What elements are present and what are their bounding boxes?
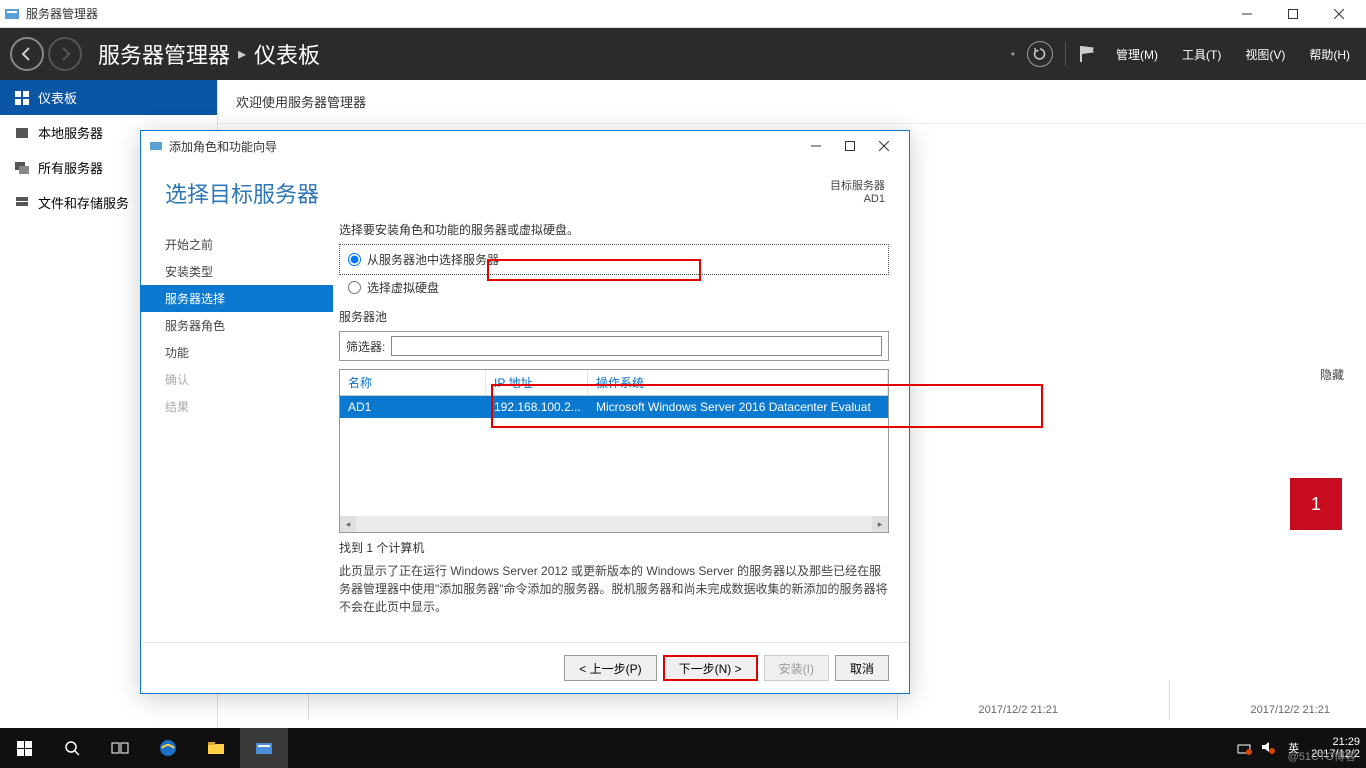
server-table: 名称 IP 地址 操作系统 AD1 192.168.100.2... Micro… (339, 369, 889, 533)
scroll-right-button[interactable]: ▸ (872, 516, 888, 532)
window-maximize-button[interactable] (1270, 0, 1316, 28)
breadcrumb: 服务器管理器 ▸ 仪表板 (98, 38, 320, 70)
found-count: 找到 1 个计算机 (339, 539, 889, 556)
breadcrumb-app[interactable]: 服务器管理器 (98, 38, 230, 70)
tray-time: 21:29 (1311, 736, 1360, 748)
tray-network-icon[interactable] (1236, 739, 1252, 758)
tray-volume-icon[interactable] (1260, 739, 1276, 758)
target-server-value: AD1 (830, 193, 885, 205)
cell-os: Microsoft Windows Server 2016 Datacenter… (588, 396, 888, 418)
server-manager-icon (4, 6, 20, 22)
dialog-maximize-button[interactable] (833, 134, 867, 158)
sidebar-item-label: 文件和存储服务 (38, 193, 129, 212)
menu-manage[interactable]: 管理(M) (1110, 42, 1164, 67)
forward-button[interactable] (48, 37, 82, 71)
step-confirmation: 确认 (141, 366, 333, 393)
sidebar-item-label: 本地服务器 (38, 123, 103, 142)
task-view-button[interactable] (96, 728, 144, 768)
server-icon (14, 125, 30, 141)
timestamp-1: 2017/12/2 21:21 (1250, 704, 1330, 716)
install-button: 安装(I) (764, 655, 829, 681)
cell-name: AD1 (340, 396, 486, 418)
back-button[interactable] (10, 37, 44, 71)
filter-label: 筛选器: (346, 338, 385, 355)
step-results: 结果 (141, 393, 333, 420)
description-text: 此页显示了正在运行 Windows Server 2012 或更新版本的 Win… (339, 562, 889, 616)
refresh-button[interactable] (1027, 41, 1053, 67)
target-server-label: 目标服务器 (830, 177, 885, 193)
dashboard-icon (14, 90, 30, 106)
table-row[interactable]: AD1 192.168.100.2... Microsoft Windows S… (340, 396, 888, 418)
ie-button[interactable] (144, 728, 192, 768)
dialog-heading: 选择目标服务器 (165, 177, 319, 209)
step-before-begin[interactable]: 开始之前 (141, 231, 333, 258)
wizard-steps: 开始之前 安装类型 服务器选择 服务器角色 功能 确认 结果 (141, 221, 333, 642)
sidebar-item-label: 仪表板 (38, 88, 77, 107)
radio-pool-label: 从服务器池中选择服务器 (367, 251, 499, 268)
taskbar: 英 21:29 2017/12/2 @51CTO博客 (0, 728, 1366, 768)
command-bar: 服务器管理器 ▸ 仪表板 • 管理(M) 工具(T) 视图(V) 帮助(H) (0, 28, 1366, 80)
add-roles-wizard-dialog: 添加角色和功能向导 选择目标服务器 目标服务器 AD1 开始之前 安装类型 服务… (140, 130, 910, 694)
start-button[interactable] (0, 728, 48, 768)
col-ip[interactable]: IP 地址 (486, 370, 588, 395)
breadcrumb-separator-icon: ▸ (238, 44, 246, 64)
window-close-button[interactable] (1316, 0, 1362, 28)
watermark: @51CTO博客 (1288, 748, 1356, 764)
intro-text: 选择要安装角色和功能的服务器或虚拟硬盘。 (339, 221, 889, 238)
scroll-left-button[interactable]: ◂ (340, 516, 356, 532)
explorer-button[interactable] (192, 728, 240, 768)
step-server-selection[interactable]: 服务器选择 (141, 285, 333, 312)
col-os[interactable]: 操作系统 (588, 370, 888, 395)
sidebar-item-dashboard[interactable]: 仪表板 (0, 80, 217, 115)
dialog-minimize-button[interactable] (799, 134, 833, 158)
step-install-type[interactable]: 安装类型 (141, 258, 333, 285)
storage-icon (14, 195, 30, 211)
previous-button[interactable]: < 上一步(P) (564, 655, 656, 681)
step-server-roles[interactable]: 服务器角色 (141, 312, 333, 339)
col-name[interactable]: 名称 (340, 370, 486, 395)
dialog-titlebar: 添加角色和功能向导 (141, 131, 909, 161)
timestamp-2: 2017/12/2 21:21 (978, 704, 1058, 716)
menu-tools[interactable]: 工具(T) (1176, 42, 1227, 67)
server-pool-label: 服务器池 (339, 308, 889, 325)
search-button[interactable] (48, 728, 96, 768)
next-button[interactable]: 下一步(N) > (663, 655, 758, 681)
alert-tile[interactable]: 1 (1290, 478, 1342, 530)
window-minimize-button[interactable] (1224, 0, 1270, 28)
cancel-button[interactable]: 取消 (835, 655, 889, 681)
servers-icon (14, 160, 30, 176)
sidebar-item-label: 所有服务器 (38, 158, 103, 177)
menu-help[interactable]: 帮助(H) (1303, 42, 1356, 67)
window-title: 服务器管理器 (26, 5, 98, 22)
radio-pool-input[interactable] (348, 253, 361, 266)
radio-select-vhd[interactable]: 选择虚拟硬盘 (339, 277, 889, 298)
dialog-close-button[interactable] (867, 134, 901, 158)
radio-vhd-label: 选择虚拟硬盘 (367, 279, 439, 296)
radio-select-from-pool[interactable]: 从服务器池中选择服务器 (348, 249, 880, 270)
cell-ip: 192.168.100.2... (486, 396, 588, 418)
welcome-heading: 欢迎使用服务器管理器 (218, 80, 1366, 124)
server-manager-taskbar-button[interactable] (240, 728, 288, 768)
hide-link[interactable]: 隐藏 (1320, 366, 1344, 383)
menu-view[interactable]: 视图(V) (1239, 42, 1291, 67)
horizontal-scrollbar[interactable]: ◂ ▸ (340, 516, 888, 532)
dialog-title: 添加角色和功能向导 (169, 138, 277, 155)
radio-vhd-input[interactable] (348, 281, 361, 294)
notifications-flag-icon[interactable] (1078, 44, 1098, 64)
server-manager-icon (149, 139, 163, 153)
window-titlebar: 服务器管理器 (0, 0, 1366, 28)
step-features[interactable]: 功能 (141, 339, 333, 366)
filter-input[interactable] (391, 336, 882, 356)
breadcrumb-page[interactable]: 仪表板 (254, 38, 320, 70)
